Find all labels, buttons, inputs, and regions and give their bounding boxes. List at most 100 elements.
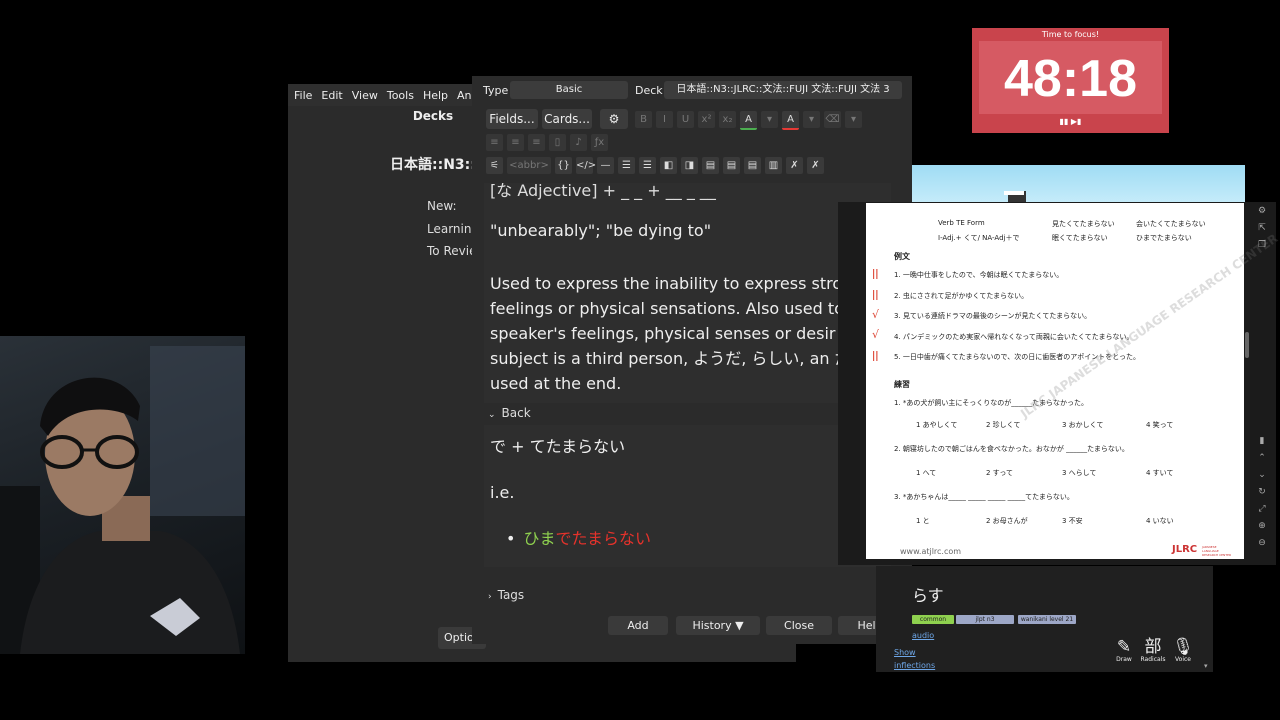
show-link[interactable]: Show [894,648,916,657]
viewer-scrollbar[interactable] [1245,332,1249,358]
question-3: 3. *あかちゃんは_____ _____ _____ _____てたまらない。 [894,493,1074,501]
align-icon[interactable]: ≡ [528,134,545,151]
fields-button[interactable]: Fields... [486,109,538,129]
example-green-text: ひま [523,529,556,548]
html-editor-icon[interactable]: </> [576,157,596,174]
zoom-in-icon[interactable]: ⊕ [1255,521,1269,535]
header-right2: ひまでたまらない [1136,234,1192,242]
audio-link[interactable]: audio [912,631,934,640]
highlight-color-icon[interactable]: A [782,111,799,130]
underline-icon[interactable]: U [677,111,694,128]
menu-view[interactable]: View [352,89,378,102]
subscript-icon[interactable]: x₂ [719,111,736,128]
watermark: JLRC JAPANESE LANGUAGE RESEARCH CENTER [1018,231,1280,421]
deck-select-button[interactable]: 日本語::N3::JLRC::文法::FUJI 文法::FUJI 文法 3 [664,81,902,99]
front-field[interactable]: [な Adjective] + _ _ + __ _ __ "unbearabl… [484,183,891,403]
function-icon[interactable]: ƒx [591,134,608,151]
microphone-icon: 🎙 [1172,637,1194,657]
settings-icon[interactable]: ⚙ [1255,206,1269,220]
back-field[interactable]: で + てたまらない i.e. • ひまでたまらない [484,425,891,567]
menu-edit[interactable]: Edit [321,89,342,102]
voice-tool[interactable]: 🎙 Voice [1169,638,1197,663]
checkmark-icon: √ [872,308,880,321]
footer-url: www.atjlrc.com [900,547,962,556]
chevron-down-icon[interactable]: ▾ [1204,662,1208,670]
indent-icon[interactable]: ◨ [681,157,698,174]
list-toolbar: ≡ ≡ ≡ ▯ ♪ ƒx [486,134,608,151]
example-4: 4. パンデミックのため実家へ帰れなくなって両親に会いたくてたまらない。 [894,333,1134,341]
eraser-icon[interactable]: ⌫ [824,111,841,128]
menu-tools[interactable]: Tools [387,89,414,102]
bullet-list-icon[interactable]: ☰ [618,157,635,174]
fit-icon[interactable]: ⤢ [1255,504,1269,518]
cloze-icon[interactable]: ⚟ [486,157,503,174]
chevron-down-icon[interactable]: ▾ [845,111,862,128]
align-center-icon[interactable]: ▤ [702,157,719,174]
example-3: 3. 見ている連続ドラマの最後のシーンが見たくてたまらない。 [894,312,1092,320]
radicals-tool[interactable]: 部 Radicals [1139,638,1167,663]
rotate-icon[interactable]: ↻ [1255,487,1269,501]
bold-icon[interactable]: B [635,111,652,128]
q2-option-4: 4 すいて [1146,469,1174,477]
timer-time: 48:18 [1004,50,1137,108]
add-button[interactable]: Add [608,616,668,635]
example-red-text: でたまらない [555,529,651,548]
outdent-icon[interactable]: ◧ [660,157,677,174]
viewer-toolbar: ⚙ ⇱ ❐ ▮ ⌃ ⌄ ↻ ⤢ ⊕ ⊖ [1255,206,1269,562]
menu-file[interactable]: File [294,89,312,102]
italic-icon[interactable]: I [656,111,673,128]
dictionary-word: らす [912,586,944,605]
unordered-list-icon[interactable]: ≡ [486,134,503,151]
history-button[interactable]: History ▼ [676,616,760,635]
back-example: • ひまでたまらない [506,529,651,548]
header-mid1: 見たくてたまらない [1052,220,1115,228]
align-left-icon[interactable]: ▤ [723,157,740,174]
deck-title: 日本語::N3:: [390,157,476,173]
front-explanation: Used to express the inability to express… [490,274,891,393]
cards-button[interactable]: Cards... [542,109,592,129]
horizontal-rule-icon[interactable]: — [597,157,614,174]
clear-format-icon[interactable]: ✗ [786,157,803,174]
remove-icon[interactable]: ✗ [807,157,824,174]
gear-icon[interactable]: ⚙ [600,109,628,129]
example-1: 1. 一晩中仕事をしたので、今朝は眠くてたまらない。 [894,271,1064,279]
text-color-icon[interactable]: A [740,111,757,130]
checkmark-icon: √ [872,328,880,341]
microphone-icon[interactable]: ♪ [570,134,587,151]
streamer-silhouette [0,346,245,654]
page-icon[interactable]: ▮ [1255,436,1269,450]
copy-icon[interactable]: ❐ [1255,240,1269,254]
worksheet-page: Verb TE Form I-Adj.+ くて/ NA-Adj＋で 見たくてたま… [866,203,1280,559]
q3-option-2: 2 お母さんが [986,517,1028,525]
close-button[interactable]: Close [766,616,832,635]
export-icon[interactable]: ⇱ [1255,223,1269,237]
superscript-icon[interactable]: x² [698,111,715,128]
numbered-list-icon[interactable]: ☰ [639,157,656,174]
chevron-down-icon[interactable]: ⌄ [1255,470,1269,484]
tags-header[interactable]: › Tags [488,588,524,602]
back-ie: i.e. [490,483,515,502]
example-2: 2. 虫にさされて足がかゆくてたまらない。 [894,292,1029,300]
abbr-button[interactable]: <abbr> [507,157,551,174]
chevron-down-icon[interactable]: ▾ [761,111,778,128]
align-right-icon[interactable]: ▤ [744,157,761,174]
back-field-header[interactable]: ⌄ Back [488,406,531,420]
justify-icon[interactable]: ▥ [765,157,782,174]
menu-help[interactable]: Help [423,89,448,102]
braces-icon[interactable]: {} [555,157,572,174]
timer-controls[interactable]: ▮▮ ▶▮ [972,117,1169,126]
question-1: 1. *あの犬が飼い主にそっくりなのが______たまらなかった。 [894,399,1089,407]
draw-tool[interactable]: ✎ Draw [1110,638,1138,663]
note-type-button[interactable]: Basic [510,81,628,99]
footer-logo: JLRC [1172,544,1198,555]
ordered-list-icon[interactable]: ≡ [507,134,524,151]
chevron-down-icon[interactable]: ▾ [803,111,820,128]
inflections-link[interactable]: inflections [894,661,935,670]
worksheet-viewer: Verb TE Form I-Adj.+ くて/ NA-Adj＋で 見たくてたま… [838,202,1280,565]
zoom-out-icon[interactable]: ⊖ [1255,538,1269,552]
type-label: Type [483,84,509,97]
chevron-up-icon[interactable]: ⌃ [1255,453,1269,467]
attachment-icon[interactable]: ▯ [549,134,566,151]
pencil-icon: ✎ [1116,637,1132,657]
back-formula: で + てたまらない [490,437,626,456]
